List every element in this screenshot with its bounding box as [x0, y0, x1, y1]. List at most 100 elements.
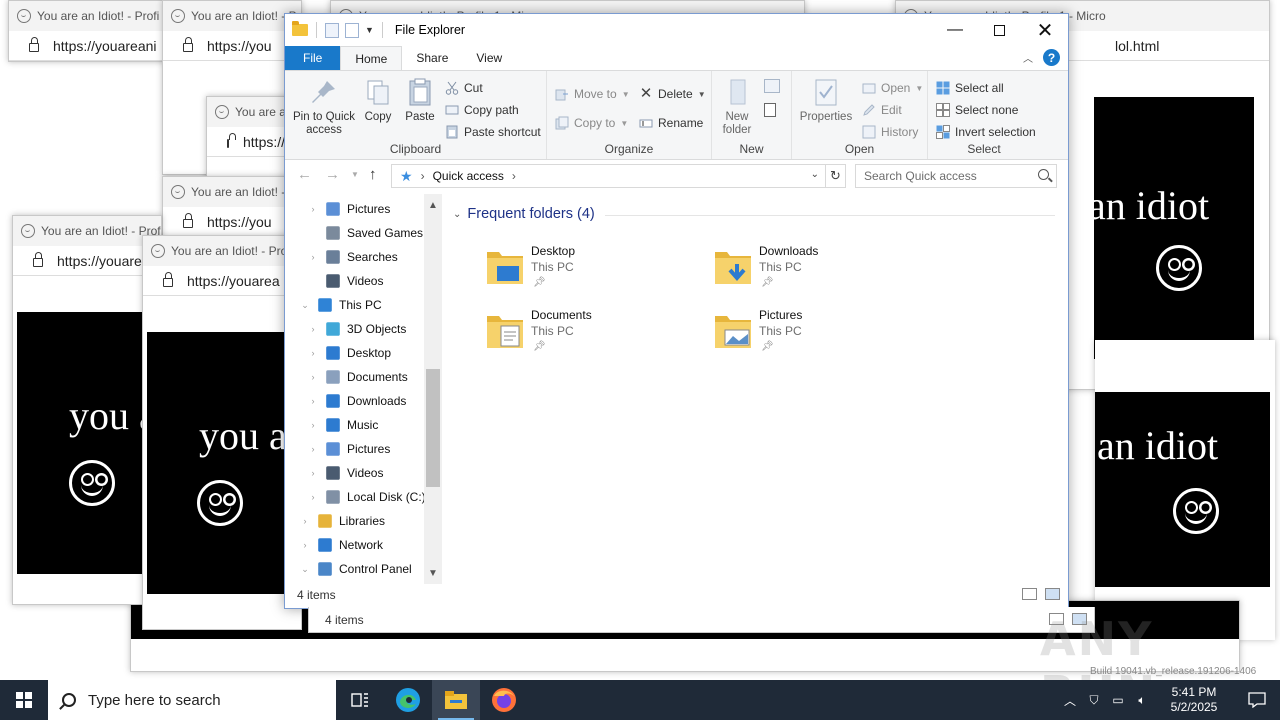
nav-item[interactable]: Videos [285, 269, 383, 293]
tab-title[interactable]: You are an Idiot! - Profi [171, 244, 293, 258]
rename-button[interactable]: Rename [639, 116, 703, 130]
refresh-icon[interactable]: ↻ [826, 164, 846, 188]
url-text[interactable]: https://you [207, 214, 272, 230]
expand-chevron-icon[interactable]: › [307, 444, 319, 454]
breadcrumb-quick-access[interactable]: Quick access [433, 169, 504, 183]
nav-item[interactable]: › Local Disk (C:) [285, 485, 426, 509]
maximize-button[interactable] [976, 14, 1022, 46]
expand-chevron-icon[interactable]: › [307, 252, 319, 262]
paste-button[interactable]: Paste [401, 77, 439, 124]
expand-chevron-icon[interactable]: ⌄ [299, 300, 311, 311]
nav-item[interactable]: › Searches [285, 245, 398, 269]
collapse-chevron-icon[interactable]: ⌄ [453, 209, 461, 220]
tab-share[interactable]: Share [402, 46, 462, 70]
nav-item[interactable]: › Pictures [285, 197, 391, 221]
back-arrow-icon[interactable]: ← [297, 166, 312, 183]
new-folder-quick-icon[interactable] [345, 22, 359, 38]
select-all-button[interactable]: Select all [936, 81, 1004, 95]
up-arrow-icon[interactable]: ↑ [369, 166, 377, 183]
open-button[interactable]: Open ▼ [862, 81, 923, 95]
large-icons-view-icon[interactable] [1045, 588, 1060, 600]
quick-access-toolbar-dropdown-icon[interactable]: ▼ [365, 25, 374, 35]
notification-center-button[interactable] [1234, 680, 1280, 720]
expand-chevron-icon[interactable]: ⌄ [299, 564, 311, 575]
scroll-down-icon[interactable]: ▼ [424, 568, 442, 579]
help-icon[interactable]: ? [1043, 49, 1060, 66]
select-none-button[interactable]: Select none [936, 103, 1018, 117]
expand-chevron-icon[interactable]: › [307, 348, 319, 358]
scroll-up-icon[interactable]: ▲ [424, 200, 442, 211]
collapse-ribbon-icon[interactable]: ︿ [1023, 50, 1033, 65]
recent-locations-icon[interactable]: ▼ [351, 170, 359, 179]
url-text[interactable]: lol.html [1115, 38, 1159, 54]
taskbar-search-box[interactable]: Type here to search [48, 680, 336, 720]
invert-selection-button[interactable]: Invert selection [936, 125, 1036, 139]
nav-item[interactable]: › Libraries [285, 509, 386, 533]
url-text[interactable]: https://youarea [187, 273, 280, 289]
nav-item[interactable]: › Desktop [285, 341, 392, 365]
address-bar[interactable]: ★ › Quick access › ⌄ [391, 164, 826, 188]
tab-title[interactable]: You are an Idiot! - Profi [37, 9, 159, 23]
expand-chevron-icon[interactable]: › [307, 420, 319, 430]
nav-item[interactable]: › Documents [285, 365, 408, 389]
edit-button[interactable]: Edit [862, 103, 902, 117]
new-item-icon[interactable] [764, 79, 780, 93]
edge-taskbar-button[interactable] [384, 680, 432, 720]
address-dropdown-icon[interactable]: ⌄ [811, 169, 819, 180]
forward-arrow-icon[interactable]: → [325, 166, 340, 183]
folder-tile[interactable]: Documents This PC 📌︎ [485, 304, 705, 364]
move-to-button[interactable]: Move to ▼ [555, 87, 630, 101]
cut-button[interactable]: Cut [445, 81, 483, 95]
network-icon[interactable]: ▭ [1106, 680, 1130, 720]
file-explorer-taskbar-button[interactable] [432, 680, 480, 720]
search-box[interactable]: Search Quick access [855, 164, 1057, 188]
nav-item[interactable]: ⌄ Control Panel [285, 557, 412, 581]
tab-view[interactable]: View [462, 46, 516, 70]
tab-file[interactable]: File [285, 46, 341, 70]
explorer-app-icon[interactable] [292, 21, 308, 36]
frequent-folders-header[interactable]: ⌄ Frequent folders (4) [453, 206, 595, 222]
clock[interactable]: 5:41 PM 5/2/2025 [1154, 685, 1234, 715]
nav-item[interactable]: Saved Games [285, 221, 423, 245]
history-button[interactable]: History [862, 125, 918, 139]
minimize-button[interactable]: — [932, 14, 978, 46]
breadcrumb-separator-icon[interactable]: › [512, 169, 516, 183]
firefox-taskbar-button[interactable] [480, 680, 528, 720]
expand-chevron-icon[interactable]: › [299, 540, 311, 550]
properties-button[interactable]: Properties [798, 77, 854, 124]
folder-tile[interactable]: Desktop This PC 📌︎ [485, 240, 705, 300]
show-hidden-icons-chevron-icon[interactable]: ︿ [1058, 680, 1082, 720]
tab-home[interactable]: Home [340, 46, 403, 70]
nav-item[interactable]: › 3D Objects [285, 317, 407, 341]
copy-to-button[interactable]: Copy to ▼ [555, 116, 628, 130]
url-text[interactable]: https://youareani [53, 38, 157, 54]
nav-item[interactable]: › Pictures [285, 437, 391, 461]
start-button[interactable] [0, 680, 48, 720]
expand-chevron-icon[interactable]: › [307, 396, 319, 406]
expand-chevron-icon[interactable]: › [307, 492, 319, 502]
expand-chevron-icon[interactable]: › [299, 516, 311, 526]
expand-chevron-icon[interactable]: › [307, 468, 319, 478]
task-view-button[interactable] [336, 680, 384, 720]
paste-shortcut-button[interactable]: Paste shortcut [445, 125, 541, 139]
nav-item[interactable]: › Downloads [285, 389, 407, 413]
expand-chevron-icon[interactable]: › [307, 204, 319, 214]
volume-icon[interactable]: 🔈︎ [1130, 680, 1154, 720]
folder-tile[interactable]: Pictures This PC 📌︎ [713, 304, 933, 364]
url-text[interactable]: https://you [207, 38, 272, 54]
scroll-thumb[interactable] [426, 369, 440, 487]
expand-chevron-icon[interactable]: › [307, 372, 319, 382]
nav-scrollbar[interactable]: ▲ ▼ [424, 194, 442, 584]
title-bar[interactable]: ▼ File Explorer — ✕ [285, 14, 1068, 46]
new-folder-button[interactable]: New folder [716, 77, 758, 137]
expand-chevron-icon[interactable]: › [307, 324, 319, 334]
copy-button[interactable]: Copy [361, 77, 395, 124]
nav-item[interactable]: › Music [285, 413, 379, 437]
details-view-icon[interactable] [1022, 588, 1037, 600]
nav-item[interactable]: › Videos [285, 461, 384, 485]
copy-path-button[interactable]: Copy path [445, 103, 519, 117]
close-button[interactable]: ✕ [1022, 14, 1068, 46]
tab-title[interactable]: You are an Idiot! - Profi [191, 185, 291, 199]
properties-quick-icon[interactable] [325, 22, 339, 38]
breadcrumb-separator-icon[interactable]: › [421, 169, 425, 183]
